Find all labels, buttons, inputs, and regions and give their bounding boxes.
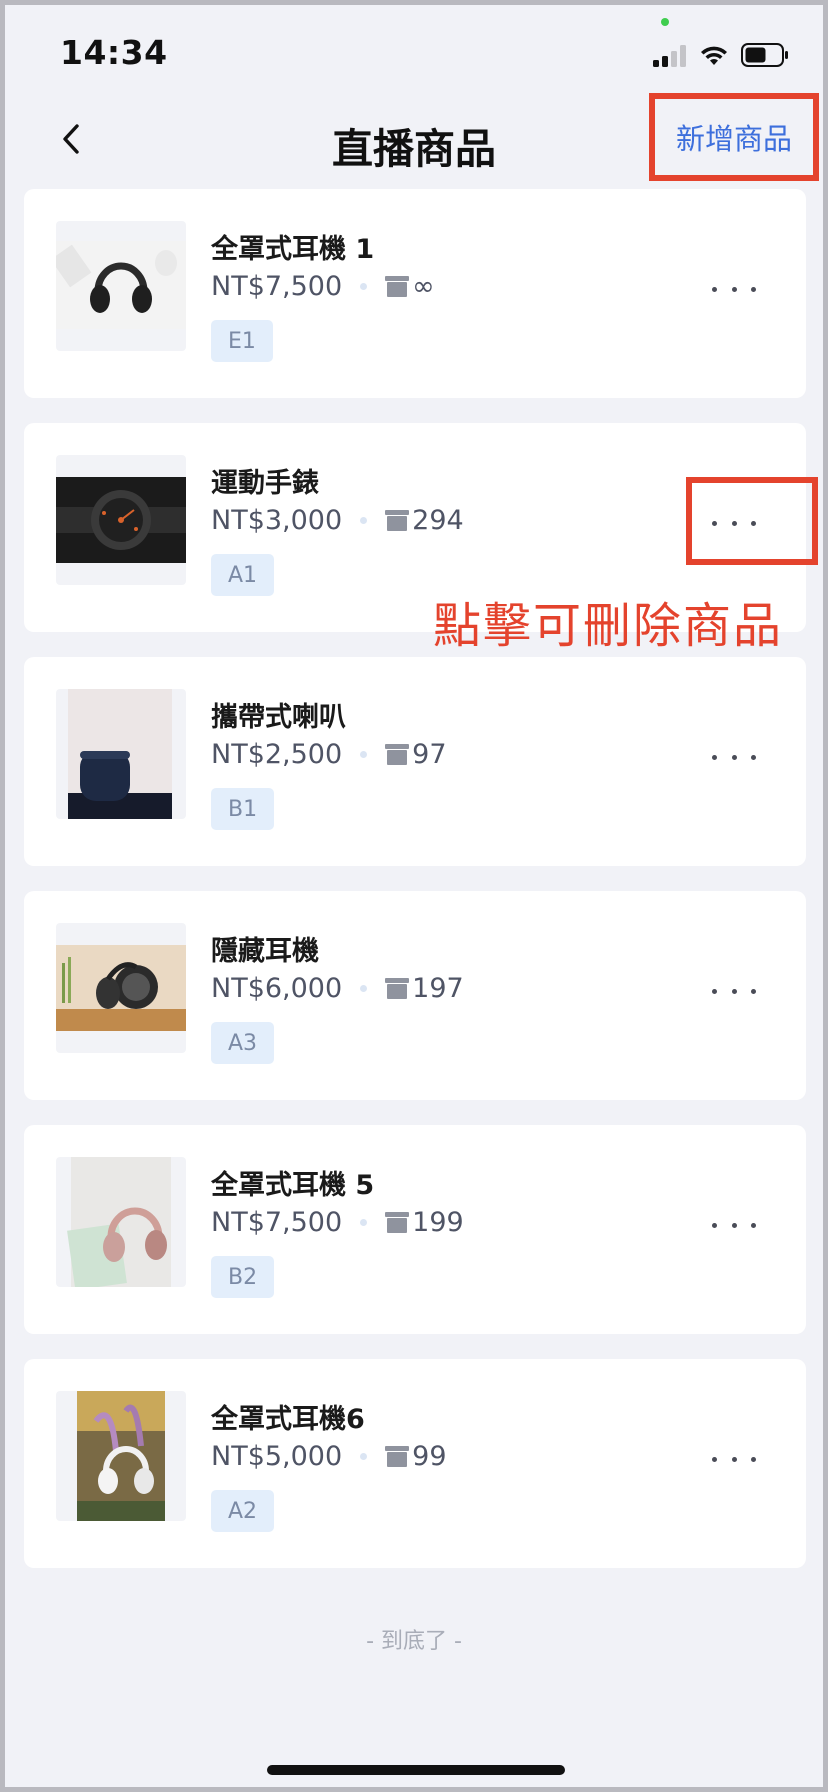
separator-dot: [360, 1452, 368, 1460]
cellular-signal-icon: [653, 45, 686, 67]
product-name: 隱藏耳機: [211, 936, 319, 967]
more-dot: [712, 286, 717, 292]
mic-indicator-dot: [661, 18, 669, 26]
add-product-button[interactable]: 新增商品: [649, 93, 819, 181]
more-dot: [731, 1456, 737, 1462]
product-thumbnail-white-headphones: [56, 1391, 186, 1521]
product-meta: NT$5,000 99: [211, 1439, 447, 1473]
battery-icon: [741, 43, 788, 67]
product-thumbnail-pink-headphones: [56, 1157, 186, 1287]
product-tag: A2: [211, 1490, 275, 1532]
product-card[interactable]: 全罩式耳機 1 NT$7,500 ∞ E1: [24, 189, 806, 398]
more-dot: [712, 1222, 717, 1228]
product-stock: ∞: [412, 270, 435, 302]
stock-box-icon: [385, 510, 410, 531]
more-dot: [751, 1222, 756, 1228]
product-card[interactable]: 全罩式耳機 5 NT$7,500 199 B2: [24, 1125, 806, 1334]
more-dot: [731, 1222, 737, 1228]
home-indicator[interactable]: [267, 1765, 565, 1775]
product-meta: NT$7,500 ∞: [211, 269, 435, 303]
product-tag: B2: [211, 1256, 275, 1298]
product-tag: E1: [211, 320, 273, 362]
product-price: NT$7,500: [211, 270, 343, 302]
separator-dot: [360, 1218, 368, 1226]
more-options-button[interactable]: [712, 747, 756, 767]
more-dot: [731, 520, 737, 526]
stock-box-icon: [385, 1212, 410, 1233]
product-thumbnail-headphones: [56, 221, 186, 351]
product-price: NT$6,000: [211, 972, 343, 1004]
stock-box-icon: [385, 276, 410, 297]
more-dot: [712, 988, 717, 994]
product-name: 攜帶式喇叭: [211, 702, 346, 733]
more-dot: [751, 520, 756, 526]
stock-box-icon: [385, 744, 410, 765]
separator-dot: [360, 516, 368, 524]
more-options-button[interactable]: [712, 981, 756, 1001]
more-dot: [751, 988, 756, 994]
product-meta: NT$6,000 197: [211, 971, 464, 1005]
product-stock: 99: [412, 1440, 447, 1472]
separator-dot: [360, 984, 368, 992]
product-name: 全罩式耳機 1: [211, 234, 375, 265]
product-stock: 197: [412, 972, 464, 1004]
more-options-button[interactable]: [712, 513, 756, 533]
more-dot: [712, 1456, 717, 1462]
product-price: NT$3,000: [211, 504, 343, 536]
product-stock: 294: [412, 504, 464, 536]
wifi-icon: [701, 46, 727, 65]
more-dot: [731, 988, 737, 994]
product-meta: NT$2,500 97: [211, 737, 447, 771]
more-options-button[interactable]: [712, 1449, 756, 1469]
product-stock: 97: [412, 738, 447, 770]
product-thumbnail-speaker: [56, 689, 186, 819]
product-tag: A3: [211, 1022, 275, 1064]
stock-box-icon: [385, 1446, 410, 1467]
product-tag: B1: [211, 788, 275, 830]
product-meta: NT$7,500 199: [211, 1205, 464, 1239]
product-name: 運動手錶: [211, 468, 319, 499]
delete-hint-annotation: 點擊可刪除商品: [433, 598, 784, 654]
more-dot: [712, 520, 717, 526]
more-dot: [751, 1456, 756, 1462]
product-stock: 199: [412, 1206, 464, 1238]
product-thumbnail-watch: [56, 455, 186, 585]
more-dot: [731, 286, 737, 292]
product-name: 全罩式耳機 5: [211, 1170, 375, 1201]
separator-dot: [360, 750, 368, 758]
more-options-button[interactable]: [712, 1215, 756, 1235]
product-card[interactable]: 攜帶式喇叭 NT$2,500 97 B1: [24, 657, 806, 866]
separator-dot: [360, 282, 368, 290]
more-dot: [712, 754, 717, 760]
more-dot: [751, 286, 756, 292]
product-card[interactable]: 隱藏耳機 NT$6,000 197 A3: [24, 891, 806, 1100]
product-name: 全罩式耳機6: [211, 1404, 365, 1435]
product-price: NT$5,000: [211, 1440, 343, 1472]
status-time: 14:34: [60, 33, 168, 72]
end-of-list-text: - 到底了 -: [366, 1629, 462, 1654]
product-list: 全罩式耳機 1 NT$7,500 ∞ E1 運動手錶 NT$3,000 294 …: [24, 189, 818, 1593]
more-dot: [731, 754, 737, 760]
more-dot: [751, 754, 756, 760]
product-card[interactable]: 全罩式耳機6 NT$5,000 99 A2: [24, 1359, 806, 1568]
product-price: NT$7,500: [211, 1206, 343, 1238]
product-price: NT$2,500: [211, 738, 343, 770]
status-icons: [653, 41, 789, 67]
stock-box-icon: [385, 978, 410, 999]
product-thumbnail-earphones: [56, 923, 186, 1053]
status-bar: 14:34: [5, 5, 823, 95]
product-meta: NT$3,000 294: [211, 503, 464, 537]
product-tag: A1: [211, 554, 275, 596]
app-screen: 14:34 直播商品 新增商品 全罩式耳機 1 NT$7,500 ∞ E1 運動…: [5, 5, 823, 1787]
more-options-button[interactable]: [712, 279, 756, 299]
